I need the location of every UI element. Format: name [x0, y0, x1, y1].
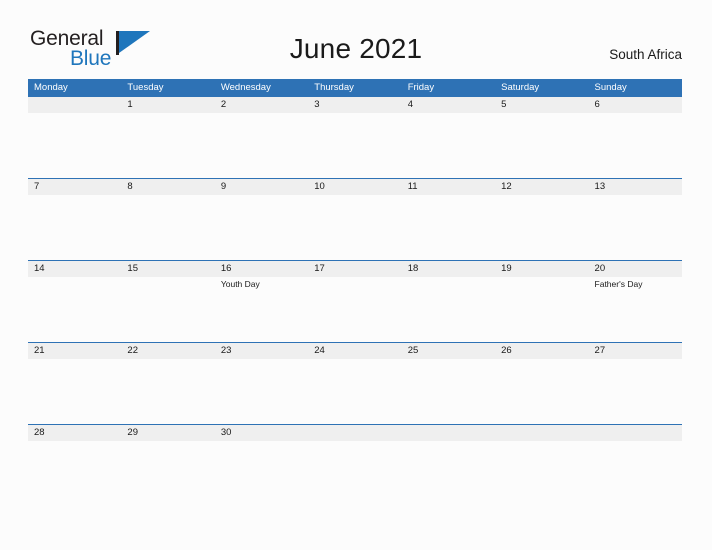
day-number[interactable]: 21 — [28, 343, 121, 359]
region-label: South Africa — [609, 47, 682, 62]
day-event[interactable] — [28, 277, 121, 342]
day-event[interactable] — [402, 277, 495, 342]
weekday-header-sunday: Sunday — [594, 82, 627, 93]
day-number[interactable]: 5 — [495, 97, 588, 113]
day-number[interactable]: 10 — [308, 179, 401, 195]
day-number[interactable] — [495, 425, 588, 441]
week-date-band: 28 29 30 — [28, 425, 682, 441]
day-event[interactable] — [495, 113, 588, 178]
page-header: General Blue June 2021 South Africa — [0, 0, 712, 79]
day-event[interactable] — [308, 277, 401, 342]
day-event[interactable] — [121, 359, 214, 424]
day-number[interactable]: 19 — [495, 261, 588, 277]
day-number[interactable] — [589, 425, 682, 441]
week-date-band: 14 15 16 17 18 19 20 — [28, 261, 682, 277]
day-event[interactable] — [121, 113, 214, 178]
day-event[interactable] — [308, 113, 401, 178]
page-title: June 2021 — [289, 33, 423, 64]
day-event[interactable] — [495, 359, 588, 424]
day-number[interactable]: 16 — [215, 261, 308, 277]
day-event[interactable] — [308, 359, 401, 424]
day-number[interactable]: 12 — [495, 179, 588, 195]
week-date-band: 21 22 23 24 25 26 27 — [28, 343, 682, 359]
weekday-header-wednesday: Wednesday — [220, 82, 271, 93]
day-event[interactable] — [28, 359, 121, 424]
day-event[interactable] — [121, 277, 214, 342]
day-number[interactable]: 13 — [589, 179, 682, 195]
weekday-header-friday: Friday — [407, 82, 435, 93]
week-row: 21 22 23 24 25 26 27 — [28, 342, 682, 424]
weekday-header-saturday: Saturday — [501, 82, 540, 93]
weekday-header-monday: Monday — [34, 82, 68, 93]
day-number[interactable]: 4 — [402, 97, 495, 113]
day-event[interactable] — [215, 113, 308, 178]
day-number[interactable]: 1 — [121, 97, 214, 113]
day-number[interactable]: 17 — [308, 261, 401, 277]
day-event[interactable] — [28, 113, 121, 178]
day-number[interactable] — [402, 425, 495, 441]
week-row: 7 8 9 10 11 12 13 — [28, 178, 682, 260]
day-number[interactable]: 11 — [402, 179, 495, 195]
day-event[interactable] — [495, 195, 588, 260]
week-date-band: 1 2 3 4 5 6 — [28, 97, 682, 113]
weekday-header-tuesday: Tuesday — [127, 82, 164, 93]
day-event[interactable] — [402, 113, 495, 178]
day-event[interactable]: Father's Day — [589, 277, 682, 342]
day-number[interactable]: 15 — [121, 261, 214, 277]
day-number[interactable]: 23 — [215, 343, 308, 359]
day-number[interactable]: 25 — [402, 343, 495, 359]
day-event[interactable] — [402, 359, 495, 424]
day-number[interactable]: 28 — [28, 425, 121, 441]
day-event[interactable] — [589, 113, 682, 178]
calendar-grid: Monday Tuesday Wednesday Thursday Friday… — [28, 79, 682, 441]
day-number[interactable]: 20 — [589, 261, 682, 277]
day-event[interactable] — [121, 195, 214, 260]
week-row: 14 15 16 17 18 19 20 Youth Day Father's … — [28, 260, 682, 342]
day-event[interactable] — [589, 195, 682, 260]
day-number[interactable]: 3 — [308, 97, 401, 113]
day-number[interactable]: 27 — [589, 343, 682, 359]
day-number[interactable]: 26 — [495, 343, 588, 359]
day-event[interactable] — [215, 359, 308, 424]
week-event-band — [28, 113, 682, 178]
day-event[interactable] — [495, 277, 588, 342]
day-number[interactable]: 9 — [215, 179, 308, 195]
day-number[interactable]: 2 — [215, 97, 308, 113]
week-event-band: Youth Day Father's Day — [28, 277, 682, 342]
week-event-band — [28, 195, 682, 260]
day-number[interactable]: 14 — [28, 261, 121, 277]
day-number[interactable]: 7 — [28, 179, 121, 195]
day-number[interactable]: 29 — [121, 425, 214, 441]
day-number[interactable]: 18 — [402, 261, 495, 277]
day-event[interactable] — [402, 195, 495, 260]
day-number[interactable]: 6 — [589, 97, 682, 113]
day-number[interactable]: 8 — [121, 179, 214, 195]
week-row: 1 2 3 4 5 6 — [28, 96, 682, 178]
week-date-band: 7 8 9 10 11 12 13 — [28, 179, 682, 195]
day-number[interactable]: 30 — [215, 425, 308, 441]
week-event-band — [28, 359, 682, 424]
week-row: 28 29 30 — [28, 424, 682, 441]
day-event[interactable] — [589, 359, 682, 424]
day-number[interactable]: 22 — [121, 343, 214, 359]
weekday-header-thursday: Thursday — [314, 82, 354, 93]
day-number[interactable]: 24 — [308, 343, 401, 359]
weekday-header-row: Monday Tuesday Wednesday Thursday Friday… — [28, 79, 682, 96]
day-number[interactable] — [28, 97, 121, 113]
day-event[interactable] — [215, 195, 308, 260]
day-event[interactable] — [28, 195, 121, 260]
day-event[interactable]: Youth Day — [215, 277, 308, 342]
day-number[interactable] — [308, 425, 401, 441]
day-event[interactable] — [308, 195, 401, 260]
